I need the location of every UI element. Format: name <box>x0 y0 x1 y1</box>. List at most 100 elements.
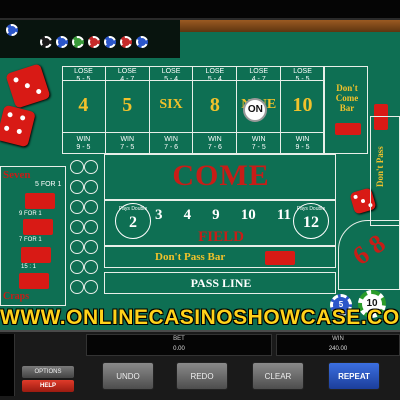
chip-icon[interactable] <box>120 36 132 48</box>
hard-way-bet[interactable] <box>21 247 51 263</box>
hard-way-bet[interactable] <box>23 219 53 235</box>
hard-odds: 9 FOR 1 <box>19 211 42 217</box>
lose-odds: LOSE 4 - 7 <box>249 68 269 83</box>
horn-bet-circle[interactable] <box>70 220 84 234</box>
hard-way-bet[interactable] <box>19 273 49 289</box>
box-number: 4 <box>78 94 89 116</box>
dont-pass-side-label: Don't Pass <box>375 146 385 187</box>
horn-odds: 15 : 1 <box>21 264 37 270</box>
hard-odds: 7 FOR 1 <box>19 237 42 243</box>
dice-icon <box>335 123 361 135</box>
proposition-bets-area: Seven 5 FOR 1 9 FOR 1 7 FOR 1 15 : 1 Cra… <box>0 166 66 306</box>
field-number: 10 <box>240 207 256 223</box>
horn-bet-circle[interactable] <box>70 180 84 194</box>
horn-bet-circle[interactable] <box>84 200 98 214</box>
win-odds: WIN 7 - 6 <box>164 136 179 151</box>
win-odds: WIN 7 - 6 <box>207 136 222 151</box>
big-6-8-label: 6 8 <box>347 228 391 271</box>
horn-bet-circle[interactable] <box>84 180 98 194</box>
win-label: WIN <box>332 336 344 342</box>
win-odds: WIN 9 - 5 <box>295 136 310 151</box>
bet-display: BET 0.00 <box>86 334 272 356</box>
dont-pass-bar-area[interactable]: Don't Pass Bar <box>104 246 336 268</box>
chip-icon[interactable] <box>72 36 84 48</box>
chip-icon[interactable] <box>104 36 116 48</box>
dont-pass-side-area[interactable]: Don't Pass <box>370 116 400 226</box>
divider <box>62 80 324 81</box>
pays-double-label: Pays Double <box>118 206 148 212</box>
clear-button[interactable]: CLEAR <box>252 362 304 390</box>
craps-label: Craps <box>3 291 30 302</box>
lose-odds: LOSE 5 - 5 <box>293 68 312 83</box>
craps-table-felt: LOSE 5 - 5 4 WIN 9 - 5 LOSE 4 - 7 5 WIN … <box>0 20 400 330</box>
on-puck: ON <box>243 98 268 122</box>
horn-bet-circle[interactable] <box>70 200 84 214</box>
dont-come-bar-area[interactable]: Don't Come Bar <box>324 66 368 154</box>
win-display: WIN 240.00 <box>276 334 400 356</box>
seven-odds: 5 FOR 1 <box>35 181 62 188</box>
chip-rack <box>0 20 180 58</box>
pass-line-label: PASS LINE <box>190 276 252 290</box>
pass-line-area[interactable]: PASS LINE <box>104 272 336 294</box>
field-number: 9 <box>212 207 220 223</box>
side-panel <box>0 334 15 396</box>
field-number: 11 <box>276 207 291 223</box>
lose-odds: LOSE 5 - 4 <box>205 68 225 83</box>
box-number: 5 <box>122 94 133 116</box>
field-area[interactable]: Pays Double 2 3 4 9 10 11 Pays Double 12… <box>104 200 336 246</box>
chip-icon[interactable] <box>88 36 100 48</box>
horn-bet-circle[interactable] <box>84 280 98 294</box>
big-6-8-area[interactable]: 6 8 <box>338 220 400 290</box>
horn-bet-circle[interactable] <box>84 240 98 254</box>
box-number: 10 <box>292 94 313 116</box>
repeat-button[interactable]: REPEAT <box>328 362 380 390</box>
come-area[interactable]: COME <box>104 154 336 200</box>
lose-odds: LOSE 5 - 5 <box>74 68 93 83</box>
dont-pass-label: Don't Pass Bar <box>155 251 226 263</box>
hard-way-bet[interactable] <box>25 193 55 209</box>
bet-label: BET <box>173 336 185 342</box>
redo-button[interactable]: REDO <box>176 362 228 390</box>
table-rail <box>180 20 400 32</box>
top-bar <box>0 0 400 20</box>
horn-bet-circle[interactable] <box>84 160 98 174</box>
win-odds: WIN 9 - 5 <box>76 136 91 151</box>
field-numbers: 3 4 9 10 11 <box>155 207 291 224</box>
chip-icon[interactable] <box>40 36 52 48</box>
options-button[interactable]: OPTIONS <box>22 366 74 378</box>
horn-bets-column <box>70 160 100 308</box>
die-icon <box>5 63 51 109</box>
box-number: SIX <box>159 97 183 112</box>
dont-come-label: Don't Come Bar <box>335 83 359 113</box>
win-odds: WIN 7 - 5 <box>251 136 266 151</box>
chip-icon[interactable] <box>136 36 148 48</box>
divider <box>0 330 400 332</box>
field-label: FIELD <box>198 229 244 245</box>
horn-bet-circle[interactable] <box>84 260 98 274</box>
come-label: COME <box>172 159 270 192</box>
win-odds: WIN 7 - 5 <box>120 136 135 151</box>
seven-label: Seven <box>3 169 31 181</box>
horn-bet-circle[interactable] <box>70 280 84 294</box>
lose-odds: LOSE 4 - 7 <box>117 68 137 83</box>
horn-bet-circle[interactable] <box>70 260 84 274</box>
help-button[interactable]: HELP <box>22 380 74 392</box>
horn-bet-circle[interactable] <box>70 160 84 174</box>
undo-button[interactable]: UNDO <box>102 362 154 390</box>
field-number: 3 <box>155 207 163 223</box>
pays-double-label: Pays Double <box>296 206 326 212</box>
die-icon <box>0 104 36 148</box>
win-value: 240.00 <box>328 346 348 352</box>
watermark-text: WWW.ONLINECASINOSHOWCASE.COM <box>0 306 400 329</box>
bet-value: 0.00 <box>173 346 185 352</box>
place-bets-grid: LOSE 5 - 5 4 WIN 9 - 5 LOSE 4 - 7 5 WIN … <box>62 66 324 154</box>
divider <box>62 132 324 133</box>
horn-bet-circle[interactable] <box>70 240 84 254</box>
chip-icon[interactable] <box>56 36 68 48</box>
horn-bet-circle[interactable] <box>84 220 98 234</box>
dice-icon <box>265 251 295 265</box>
lose-odds: LOSE 5 - 4 <box>161 68 181 83</box>
chip-icon[interactable] <box>6 24 18 36</box>
box-number: 8 <box>209 94 220 116</box>
field-number: 4 <box>183 207 192 223</box>
